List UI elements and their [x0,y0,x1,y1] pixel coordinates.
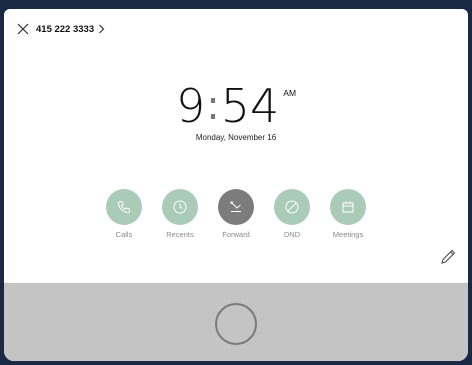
action-label: Meetings [332,230,364,239]
quick-actions: Calls Recents Forward DND Meetings [4,189,468,239]
action-circle[interactable] [218,189,254,225]
device-screen: 415 222 3333 9 : 54 AM Monday, November … [4,9,468,361]
clock-icon [173,200,187,214]
time-row: 9 : 54 AM [176,83,296,129]
phone-icon [117,201,130,214]
phone-number[interactable]: 415 222 3333 [36,24,94,35]
action-label: DND [283,230,301,239]
action-recents[interactable]: Recents [162,189,198,239]
header: 415 222 3333 [16,20,105,38]
clock-date: Monday, November 16 [195,133,277,142]
action-label: Forward [222,230,250,239]
clock-separator: : [206,83,220,129]
home-circle-icon[interactable] [215,303,257,345]
action-circle[interactable] [330,189,366,225]
clock-minutes: 54 [220,79,280,133]
action-label: Recents [166,230,194,239]
pencil-icon[interactable] [438,247,458,267]
action-meetings[interactable]: Meetings [330,189,366,239]
action-forward[interactable]: Forward [218,189,254,239]
action-circle[interactable] [106,189,142,225]
bottom-bar [4,283,468,361]
clock-hour: 9 [175,79,206,133]
close-icon[interactable] [16,22,30,36]
clock: 9 : 54 AM Monday, November 16 [4,83,468,142]
action-label: Calls [115,230,133,239]
calendar-icon [342,201,354,213]
forward-arrow-icon [230,201,241,212]
action-circle[interactable] [162,189,198,225]
chevron-right-icon[interactable] [98,24,105,34]
action-circle[interactable] [274,189,310,225]
action-calls[interactable]: Calls [106,189,142,239]
dnd-icon [285,200,299,214]
action-dnd[interactable]: DND [274,189,310,239]
clock-ampm: AM [283,88,297,98]
